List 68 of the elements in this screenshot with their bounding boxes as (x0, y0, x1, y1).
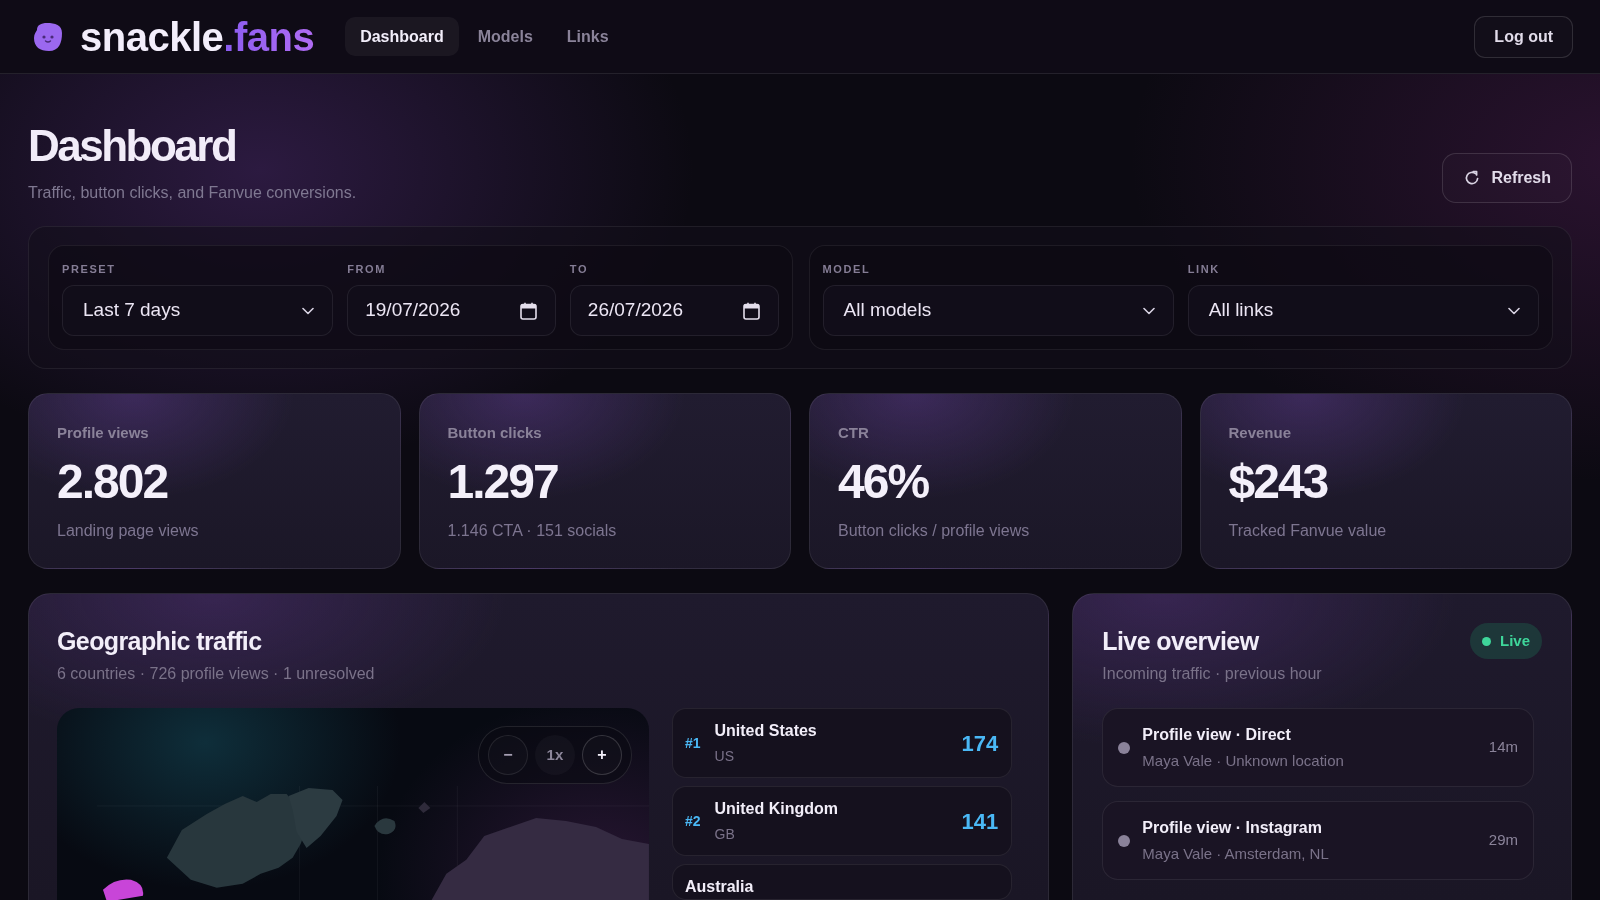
event-title: Profile view · Direct (1142, 724, 1291, 745)
rank-label: #1 (684, 733, 701, 753)
zoom-out-button[interactable]: − (487, 735, 528, 775)
logout-button[interactable]: Log out (1474, 15, 1573, 58)
select-field[interactable]: All models (822, 285, 1174, 336)
event-time: 29m (1488, 830, 1518, 851)
stat-value: 46% (838, 454, 929, 510)
status-dot-icon (1118, 741, 1131, 754)
country-count: 174 (961, 729, 999, 758)
country-name: United States (714, 721, 817, 741)
field-label: TO (569, 262, 589, 276)
status-dot-icon (1482, 636, 1491, 646)
date-field[interactable]: 26/07/2026 (569, 285, 779, 336)
panel-subtitle: Incoming traffic · previous hour (1102, 664, 1322, 684)
chevron-down-icon (302, 306, 315, 315)
field-label: MODEL (822, 262, 871, 276)
stat-value: 2.802 (57, 454, 168, 510)
panel-title: Geographic traffic (57, 626, 262, 657)
stat-value: $243 (1228, 454, 1328, 510)
stat-note: Button clicks / profile views (838, 521, 1030, 541)
panel-subtitle: 6 countries · 726 profile views · 1 unresolved (57, 664, 375, 684)
select-field[interactable]: Last 7 days (62, 285, 334, 336)
stat-note: 1.146 CTA · 151 socials (447, 521, 617, 541)
event-item[interactable]: Profile view · Direct Maya Vale · Unknown location 14m (1102, 708, 1534, 787)
date-field[interactable]: 19/07/2026 (347, 285, 556, 336)
badge-label: Live (1500, 630, 1530, 651)
field-label: PRESET (62, 262, 116, 276)
chevron-down-icon (1142, 306, 1155, 315)
zoom-level: 1x (534, 735, 575, 775)
country-name: Australia (684, 877, 754, 897)
logo-icon (32, 20, 64, 53)
panel-title: Live overview (1102, 626, 1259, 657)
event-detail: Maya Vale · Amsterdam, NL (1142, 843, 1329, 864)
refresh-button[interactable]: Refresh (1442, 153, 1572, 203)
stat-label: CTR (838, 424, 869, 442)
stat-label: Profile views (57, 424, 149, 442)
rank-label: #2 (684, 811, 701, 831)
refresh-icon (1464, 170, 1481, 186)
country-code: GB (714, 825, 735, 843)
event-detail: Maya Vale · Unknown location (1142, 750, 1344, 771)
stat-note: Landing page views (57, 521, 199, 541)
country-code: US (714, 747, 734, 765)
country-name: United Kingdom (714, 799, 839, 819)
stat-label: Revenue (1228, 424, 1292, 442)
stat-label: Button clicks (447, 424, 542, 442)
field-label: LINK (1187, 262, 1220, 276)
page-title: Dashboard (28, 122, 236, 170)
calendar-icon (519, 301, 537, 320)
nav-link[interactable]: Links (551, 17, 624, 56)
event-time: 14m (1488, 737, 1518, 758)
nav-link[interactable]: Dashboard (345, 17, 459, 56)
stat-value: 1.297 (447, 454, 558, 510)
country-item[interactable]: #1 United States US 174 (671, 708, 1013, 778)
country-count: 141 (961, 807, 999, 836)
page-subtitle: Traffic, button clicks, and Fanvue conversions. (28, 183, 357, 203)
calendar-icon (742, 301, 760, 320)
stat-note: Tracked Fanvue value (1228, 521, 1387, 541)
nav-link[interactable]: Models (462, 17, 548, 56)
zoom-in-button[interactable]: + (581, 735, 622, 775)
status-dot-icon (1118, 834, 1131, 847)
brand-name[interactable]: snackle.fans (80, 13, 315, 60)
field-label: FROM (347, 262, 386, 276)
country-item[interactable]: #2 United Kingdom GB 141 (671, 786, 1013, 856)
chevron-down-icon (1508, 306, 1520, 315)
event-item[interactable]: Profile view · Instagram Maya Vale · Amsterdam, NL 29m (1102, 801, 1534, 880)
select-field[interactable]: All links (1187, 285, 1539, 336)
country-item[interactable]: Australia (671, 864, 1013, 900)
event-title: Profile view · Instagram (1142, 817, 1322, 838)
